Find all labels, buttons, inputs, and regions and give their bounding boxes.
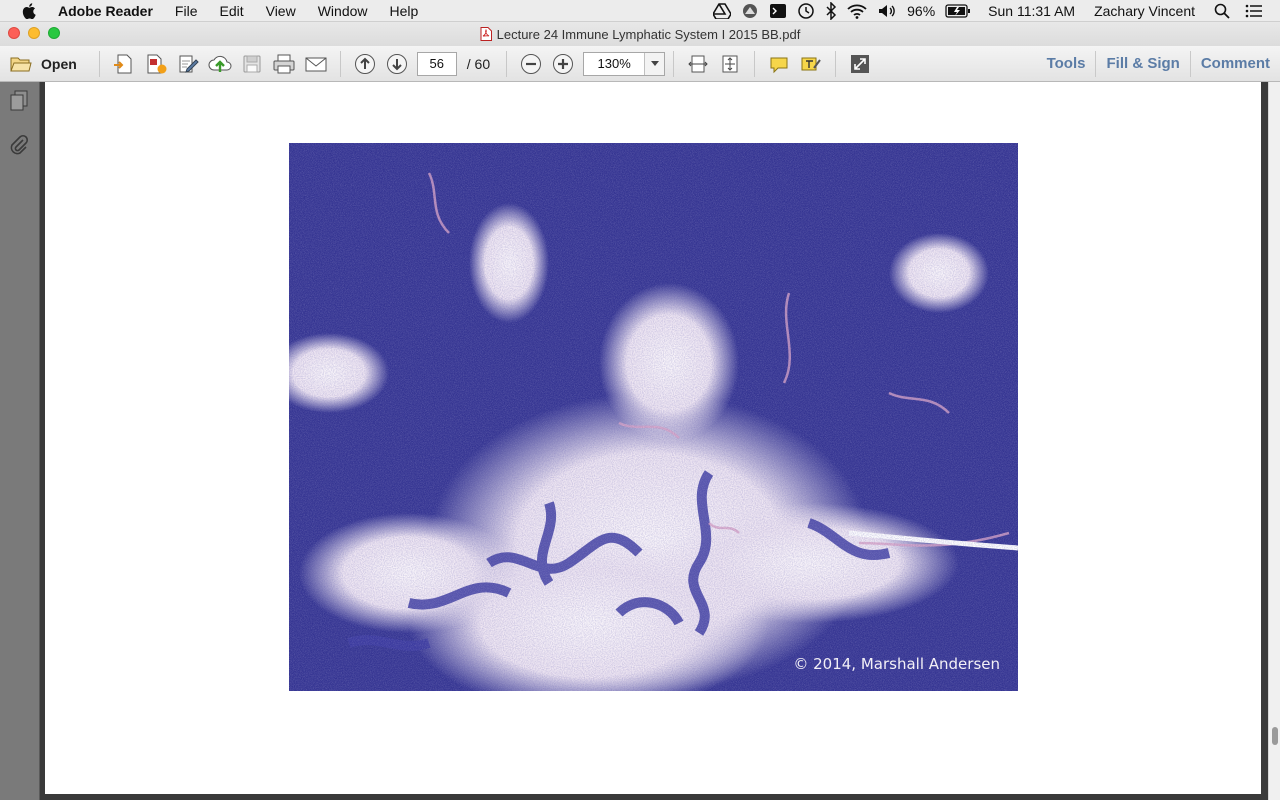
wifi-icon[interactable] bbox=[847, 0, 867, 22]
menu-file[interactable]: File bbox=[164, 0, 209, 22]
save-icon[interactable] bbox=[238, 50, 266, 78]
app-menu[interactable]: Adobe Reader bbox=[52, 0, 164, 22]
print-icon[interactable] bbox=[270, 50, 298, 78]
menu-bar: Adobe Reader File Edit View Window Help … bbox=[0, 0, 1280, 22]
menu-help[interactable]: Help bbox=[379, 0, 430, 22]
spotlight-icon[interactable] bbox=[1214, 0, 1230, 22]
terminal-icon[interactable] bbox=[769, 0, 787, 22]
zoom-select[interactable]: 130% bbox=[583, 51, 666, 76]
image-credit: © 2014, Marshall Andersen bbox=[793, 655, 1000, 673]
pdf-page: © 2014, Marshall Andersen bbox=[45, 82, 1261, 794]
battery-icon[interactable] bbox=[945, 0, 971, 22]
page-thumbnails-icon[interactable] bbox=[8, 90, 30, 112]
clock[interactable]: Sun 11:31 AM bbox=[988, 0, 1075, 22]
zoom-value[interactable]: 130% bbox=[584, 56, 644, 71]
minimize-window-button[interactable] bbox=[28, 27, 40, 39]
volume-icon[interactable] bbox=[877, 0, 897, 22]
comment-link[interactable]: Comment bbox=[1191, 46, 1280, 82]
time-machine-icon[interactable] bbox=[797, 0, 815, 22]
histology-micrograph: © 2014, Marshall Andersen bbox=[289, 143, 1018, 691]
open-label: Open bbox=[41, 55, 77, 72]
previous-page-button[interactable] bbox=[351, 50, 379, 78]
toolbar-divider bbox=[835, 50, 837, 77]
apple-icon[interactable] bbox=[20, 2, 38, 20]
fit-width-icon[interactable] bbox=[684, 50, 712, 78]
highlight-text-icon[interactable] bbox=[797, 50, 825, 78]
menu-window[interactable]: Window bbox=[307, 0, 379, 22]
toolbar-divider bbox=[673, 50, 675, 77]
fill-and-sign-link[interactable]: Fill & Sign bbox=[1096, 46, 1189, 82]
close-window-button[interactable] bbox=[8, 27, 20, 39]
toolbar-divider bbox=[754, 50, 756, 77]
tools-link[interactable]: Tools bbox=[1037, 46, 1096, 82]
open-button[interactable]: Open bbox=[10, 55, 77, 73]
bluetooth-icon[interactable] bbox=[825, 0, 837, 22]
page-total: / 60 bbox=[466, 55, 491, 72]
toolbar-divider bbox=[506, 50, 508, 77]
scroll-thumb[interactable] bbox=[1272, 727, 1278, 745]
zoom-window-button[interactable] bbox=[48, 27, 60, 39]
create-pdf-icon[interactable] bbox=[110, 50, 138, 78]
edit-pdf-icon[interactable] bbox=[174, 50, 202, 78]
zoom-out-button[interactable] bbox=[517, 50, 545, 78]
attachments-icon[interactable] bbox=[8, 134, 30, 156]
next-page-button[interactable] bbox=[383, 50, 411, 78]
toolbar-divider bbox=[339, 50, 341, 77]
cloud-upload-icon[interactable] bbox=[206, 50, 234, 78]
toolbar-divider bbox=[98, 50, 100, 77]
chevron-down-icon[interactable] bbox=[644, 52, 665, 75]
menu-view[interactable]: View bbox=[255, 0, 307, 22]
comment-icon[interactable] bbox=[765, 50, 793, 78]
page-number-input[interactable]: 56 bbox=[416, 51, 457, 76]
toolbar: Open 56 / 60 130% Tools Fill & Sign Comm… bbox=[0, 46, 1280, 82]
window-title: Lecture 24 Immune Lymphatic System I 201… bbox=[496, 26, 801, 42]
menu-edit[interactable]: Edit bbox=[208, 0, 254, 22]
google-drive-icon[interactable] bbox=[713, 0, 732, 22]
utility-icon[interactable] bbox=[741, 0, 759, 22]
user-name[interactable]: Zachary Vincent bbox=[1094, 0, 1195, 22]
folder-icon bbox=[10, 57, 32, 71]
document-viewport[interactable]: © 2014, Marshall Andersen bbox=[40, 82, 1268, 800]
fit-page-icon[interactable] bbox=[716, 50, 744, 78]
notification-center-icon[interactable] bbox=[1245, 0, 1263, 22]
battery-percent: 96% bbox=[907, 2, 936, 19]
zoom-in-button[interactable] bbox=[549, 50, 577, 78]
navigation-pane bbox=[0, 82, 40, 800]
window-title-bar: Lecture 24 Immune Lymphatic System I 201… bbox=[0, 22, 1280, 46]
heading-fragment bbox=[345, 82, 465, 84]
full-screen-icon[interactable] bbox=[846, 50, 874, 78]
pdf-file-icon bbox=[480, 27, 492, 41]
email-icon[interactable] bbox=[302, 50, 330, 78]
export-pdf-icon[interactable] bbox=[142, 50, 170, 78]
vertical-scrollbar[interactable] bbox=[1268, 82, 1280, 800]
